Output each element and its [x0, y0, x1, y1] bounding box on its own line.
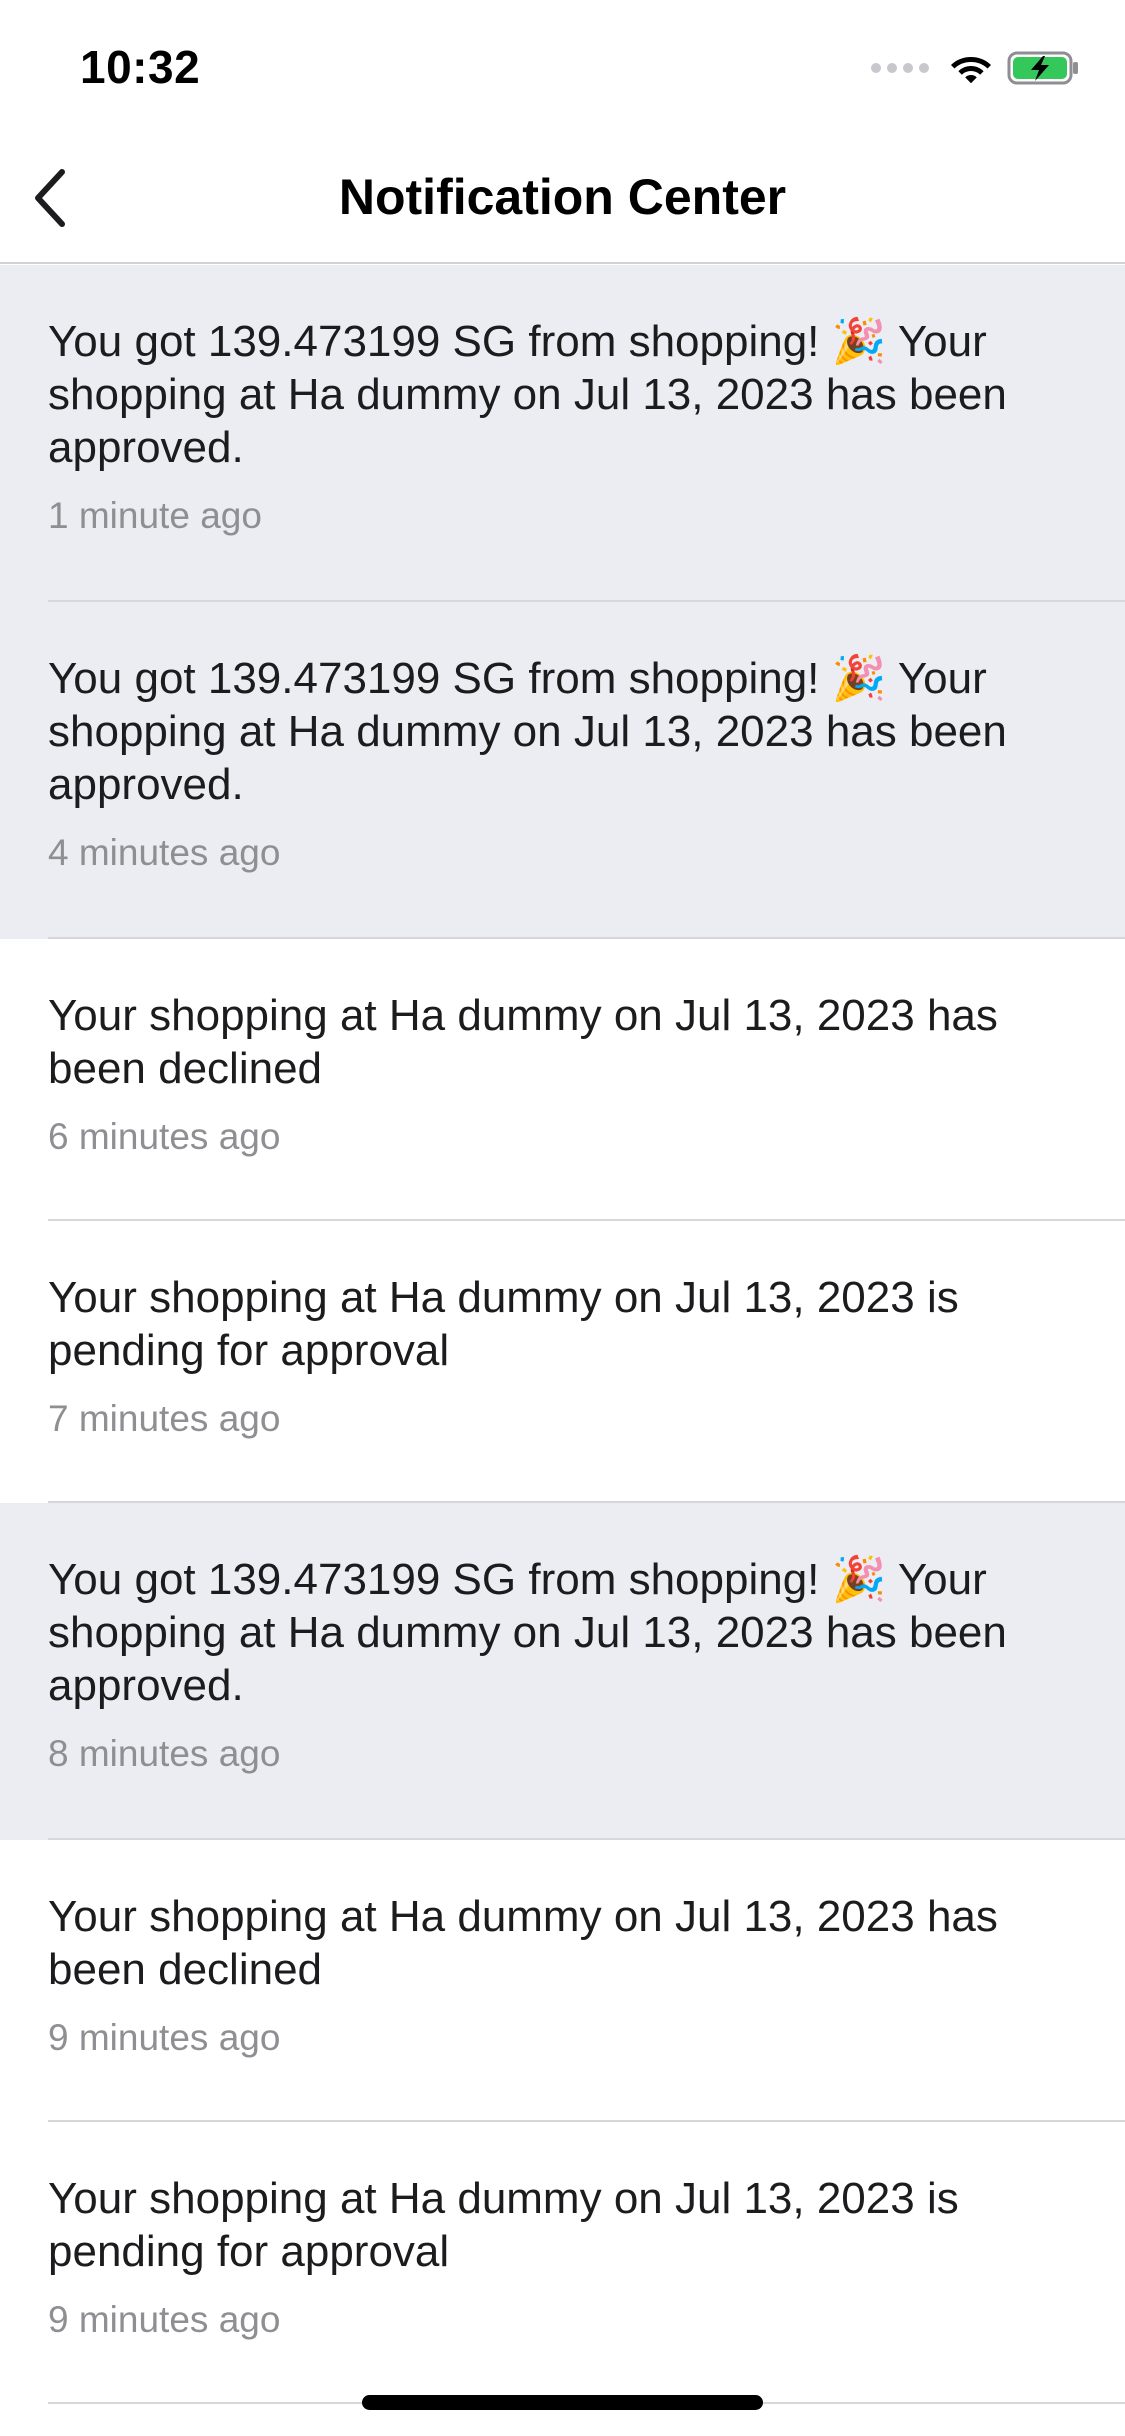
notification-message: Your shopping at Ha dummy on Jul 13, 202… [48, 1273, 959, 1375]
notification-time: 7 minutes ago [48, 1398, 281, 1439]
notification-message: Your shopping at Ha dummy on Jul 13, 202… [48, 991, 998, 1093]
notification-time: 9 minutes ago [48, 2299, 281, 2340]
notification-message: Your shopping at Ha dummy on Jul 13, 202… [48, 1892, 998, 1994]
notification-item[interactable]: You got 139.473199 SG from shopping! 🎉 Y… [0, 1503, 1125, 1840]
notification-item[interactable]: Your shopping at Ha dummy on Jul 13, 202… [0, 1840, 1125, 2122]
status-time: 10:32 [80, 41, 201, 93]
notification-time: 1 minute ago [48, 495, 262, 536]
notification-message: You got 139.473199 SG from shopping! 🎉 Y… [48, 1555, 1007, 1710]
navigation-bar: Notification Center [0, 132, 1125, 264]
signal-icon [871, 63, 929, 73]
notification-time: 6 minutes ago [48, 1116, 281, 1157]
notification-item[interactable]: You got 139.473199 SG from shopping! 🎉 Y… [0, 602, 1125, 939]
home-indicator[interactable] [362, 2395, 763, 2410]
notification-item[interactable]: Your shopping at Ha dummy on Jul 13, 202… [0, 2122, 1125, 2404]
notification-list: You got 139.473199 SG from shopping! 🎉 Y… [0, 265, 1125, 2404]
notification-item[interactable]: Your shopping at Ha dummy on Jul 13, 202… [0, 939, 1125, 1221]
page-title: Notification Center [338, 169, 787, 225]
notification-message: You got 139.473199 SG from shopping! 🎉 Y… [48, 654, 1007, 809]
notification-item[interactable]: You got 139.473199 SG from shopping! 🎉 Y… [0, 265, 1125, 602]
status-bar: 10:32 [0, 0, 1125, 132]
notification-item[interactable]: Your shopping at Ha dummy on Jul 13, 202… [0, 1221, 1125, 1503]
wifi-icon [951, 57, 991, 84]
notification-message: Your shopping at Ha dummy on Jul 13, 202… [48, 2174, 959, 2276]
notification-center-screen: 10:32 Notification Center You got 139.47… [0, 0, 1125, 2436]
status-icons [871, 46, 1081, 90]
notification-time: 9 minutes ago [48, 2017, 281, 2058]
notification-message: You got 139.473199 SG from shopping! 🎉 Y… [48, 317, 1007, 472]
battery-charging-icon [1007, 51, 1078, 85]
notification-time: 4 minutes ago [48, 832, 281, 873]
notification-time: 8 minutes ago [48, 1733, 281, 1774]
